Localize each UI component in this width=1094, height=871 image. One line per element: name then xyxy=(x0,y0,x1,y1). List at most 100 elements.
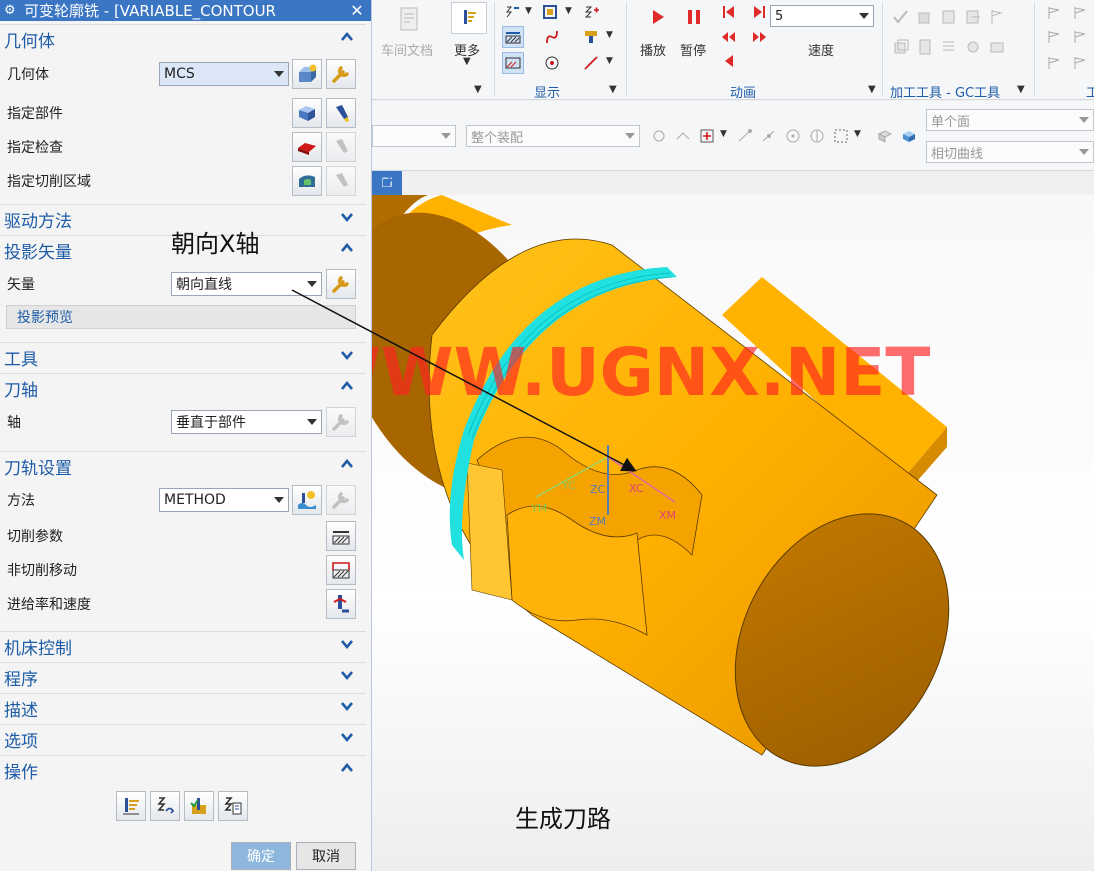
chevron-down-icon[interactable] xyxy=(340,699,354,713)
group-expand-icon[interactable]: ▼ xyxy=(1017,84,1025,95)
chevron-up-icon[interactable] xyxy=(340,379,354,393)
chevron-down-icon[interactable] xyxy=(340,730,354,744)
face-body-icon[interactable] xyxy=(900,127,918,145)
gc-flag-right-icon[interactable] xyxy=(1046,4,1064,22)
gc-flag-right-icon[interactable] xyxy=(1072,4,1090,22)
edit-method-button[interactable] xyxy=(326,485,356,515)
gc-settings-icon[interactable] xyxy=(988,38,1006,56)
section-tool-axis-header[interactable]: 刀轴 xyxy=(0,373,366,403)
edit-geometry-button[interactable] xyxy=(326,59,356,89)
edit-vector-button[interactable] xyxy=(326,269,356,299)
gc-part-icon[interactable] xyxy=(916,8,934,26)
pause-button[interactable]: 暂停 xyxy=(680,40,706,59)
chevron-down-icon[interactable] xyxy=(340,668,354,682)
chevron-down-icon[interactable] xyxy=(340,348,354,362)
toolpath-filter-icon[interactable] xyxy=(504,4,522,22)
graphics-viewport[interactable]: YC ZC XC YM ZM XM WWW.UGNX.NET 生成刀路 xyxy=(372,195,1094,871)
section-options-header[interactable]: 选项 xyxy=(0,724,366,754)
selection-filter-icon[interactable] xyxy=(650,127,668,145)
tool-display-icon[interactable] xyxy=(582,28,600,46)
section-machine-control-header[interactable]: 机床控制 xyxy=(0,631,366,661)
deselect-icon[interactable] xyxy=(674,127,692,145)
more-dropdown-icon[interactable]: ▼ xyxy=(463,56,471,67)
dropdown-arrow-icon[interactable]: ▼ xyxy=(854,129,861,139)
verify-toolpath-button[interactable] xyxy=(184,791,214,821)
shop-doc-button[interactable]: 车间文档 xyxy=(381,40,433,59)
assembly-scope-select[interactable]: 整个装配 xyxy=(466,125,640,147)
snap-point-icon[interactable] xyxy=(698,127,716,145)
group-expand-icon[interactable]: ▼ xyxy=(609,84,617,95)
tab-close-icon[interactable]: ✕ xyxy=(386,174,397,189)
section-description-header[interactable]: 描述 xyxy=(0,693,366,723)
dropdown-arrow-icon[interactable]: ▼ xyxy=(565,6,572,16)
gc-doc-icon[interactable] xyxy=(940,8,958,26)
section-path-settings-header[interactable]: 刀轨设置 xyxy=(0,451,366,481)
close-icon[interactable]: ✕ xyxy=(343,1,371,20)
section-program-header[interactable]: 程序 xyxy=(0,662,366,692)
play-icon[interactable] xyxy=(649,8,667,26)
chevron-down-icon[interactable] xyxy=(340,637,354,651)
vector-select[interactable]: 朝向直线 xyxy=(171,272,322,296)
fast-forward-icon[interactable] xyxy=(750,28,768,46)
section-actions-header[interactable]: 操作 xyxy=(0,755,366,785)
gc-export-icon[interactable] xyxy=(964,8,982,26)
dropdown-arrow-icon[interactable]: ▼ xyxy=(720,129,727,139)
replay-toolpath-button[interactable] xyxy=(150,791,180,821)
chevron-down-icon[interactable] xyxy=(340,210,354,224)
display-cut-area-button[interactable] xyxy=(326,166,356,196)
gc-flag-right-icon[interactable] xyxy=(1072,28,1090,46)
curve-display-icon[interactable] xyxy=(543,28,561,46)
gc-copy-icon[interactable] xyxy=(892,38,910,56)
speed-select[interactable]: 5 xyxy=(770,5,874,27)
section-projection-vector-header[interactable]: 投影矢量 xyxy=(0,235,366,265)
cut-params-button[interactable] xyxy=(326,521,356,551)
axis-select[interactable]: 垂直于部件 xyxy=(171,410,322,434)
line-display-icon[interactable] xyxy=(582,54,600,72)
new-geometry-button[interactable] xyxy=(292,59,322,89)
new-method-button[interactable] xyxy=(292,485,322,515)
snap-quadrant-icon[interactable] xyxy=(808,127,826,145)
snap-end-icon[interactable] xyxy=(736,127,754,145)
curve-rule-select[interactable]: 相切曲线 xyxy=(926,141,1094,163)
snap-center-icon[interactable] xyxy=(784,127,802,145)
pause-icon[interactable] xyxy=(685,8,703,26)
generate-toolpath-button[interactable] xyxy=(116,791,146,821)
dropdown-arrow-icon[interactable]: ▼ xyxy=(606,30,613,40)
feeds-button[interactable] xyxy=(326,589,356,619)
chevron-up-icon[interactable] xyxy=(340,241,354,255)
select-part-button[interactable] xyxy=(292,98,322,128)
chevron-up-icon[interactable] xyxy=(340,457,354,471)
toolpath-list-icon[interactable] xyxy=(583,4,601,22)
gc-flag-right-icon[interactable] xyxy=(1046,54,1064,72)
gc-page-icon[interactable] xyxy=(916,38,934,56)
gc-flag-icon[interactable] xyxy=(988,8,1006,26)
step-back-icon[interactable] xyxy=(720,4,738,22)
gc-list-icon[interactable] xyxy=(940,38,958,56)
display-toggle-active-2[interactable] xyxy=(502,52,524,74)
section-tool-header[interactable]: 工具 xyxy=(0,342,366,372)
display-toggle-active[interactable] xyxy=(502,26,524,48)
ok-button[interactable]: 确定 xyxy=(231,842,291,870)
rewind-icon[interactable] xyxy=(720,28,738,46)
projection-preview-subsection[interactable]: 投影预览 xyxy=(6,305,356,329)
method-select[interactable]: METHOD xyxy=(159,488,289,512)
step-back-small-icon[interactable] xyxy=(720,52,738,70)
step-forward-icon[interactable] xyxy=(750,4,768,22)
display-options-icon[interactable] xyxy=(542,4,560,22)
cancel-button[interactable]: 取消 xyxy=(296,842,356,870)
solid-body-icon[interactable] xyxy=(876,127,894,145)
select-cut-area-button[interactable] xyxy=(292,166,322,196)
play-button[interactable]: 播放 xyxy=(640,40,666,59)
list-toolpath-button[interactable] xyxy=(218,791,248,821)
gc-tool-icon[interactable] xyxy=(964,38,982,56)
dropdown-arrow-icon[interactable]: ▼ xyxy=(606,56,613,66)
select-check-button[interactable] xyxy=(292,132,322,162)
non-cutting-button[interactable] xyxy=(326,555,356,585)
more-button-icon-box[interactable] xyxy=(451,2,487,34)
group-expand-icon[interactable]: ▼ xyxy=(868,84,876,95)
gc-flag-right-icon[interactable] xyxy=(1046,28,1064,46)
box-select-icon[interactable] xyxy=(832,127,850,145)
chevron-up-icon[interactable] xyxy=(340,30,354,44)
group-expand-icon[interactable]: ▼ xyxy=(474,84,482,95)
gc-flag-right-icon[interactable] xyxy=(1072,54,1090,72)
